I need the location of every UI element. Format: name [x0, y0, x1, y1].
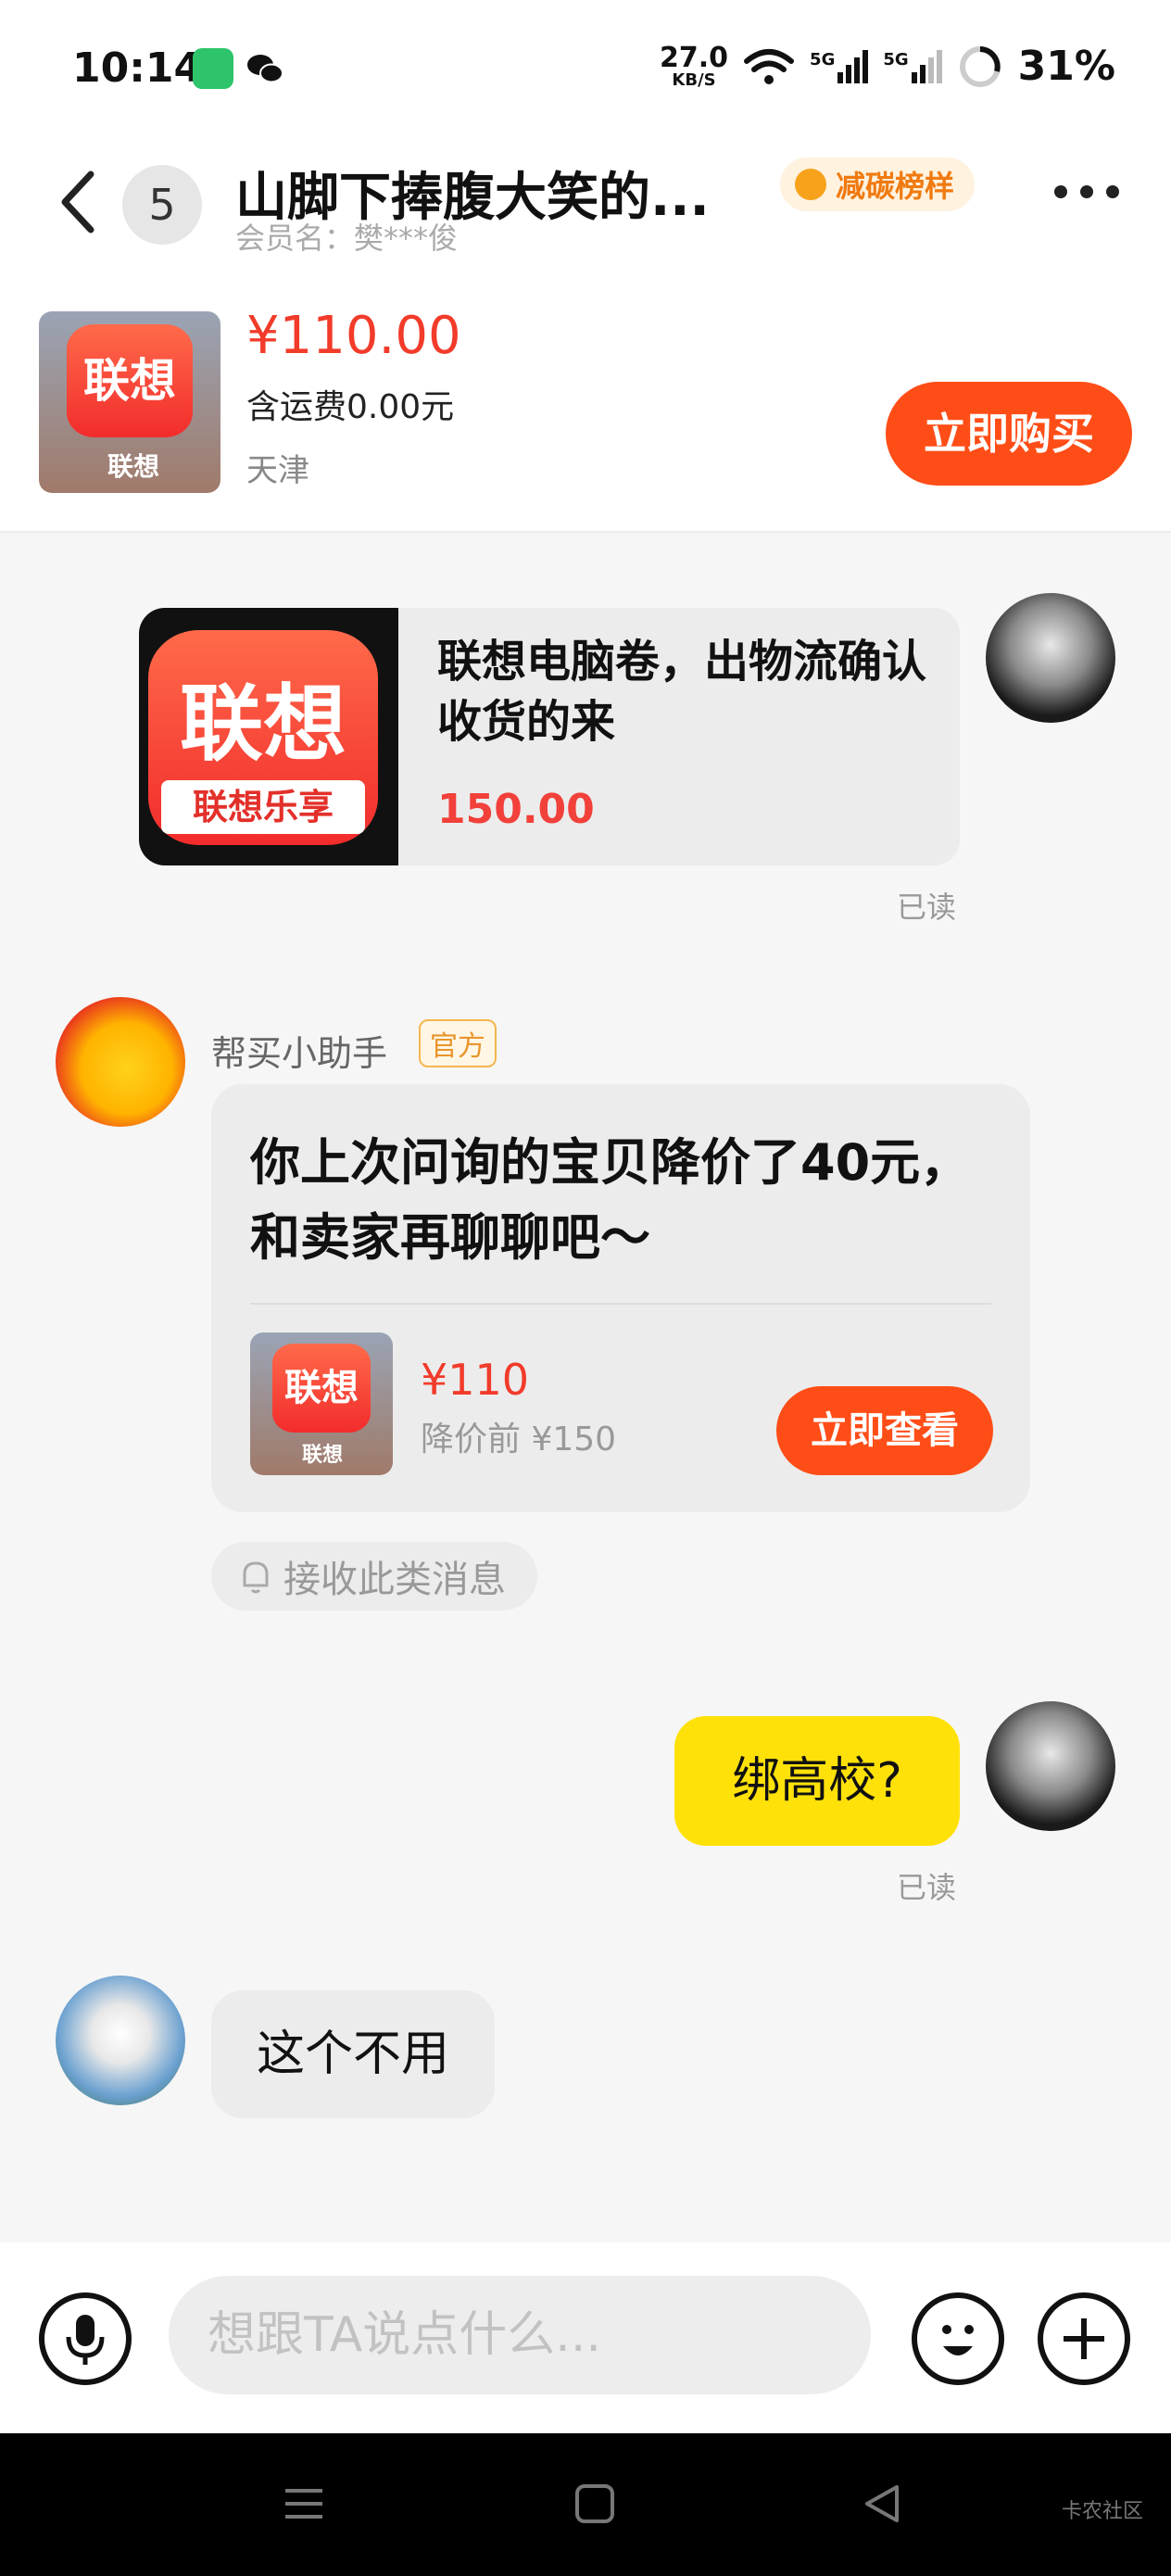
- battery-level: 31%: [1017, 43, 1115, 90]
- product-card-price: 150.00: [437, 786, 595, 833]
- status-time: 10:14: [72, 44, 203, 92]
- product-price: ¥110.00: [246, 306, 461, 366]
- system-nav-bar: 卡农社区: [0, 2433, 1171, 2576]
- price-drop-thumbnail[interactable]: 联想 联想: [250, 1332, 393, 1475]
- new-price: ¥110: [421, 1355, 530, 1405]
- emoji-icon[interactable]: [912, 2292, 1004, 2385]
- more-options-icon[interactable]: [1054, 185, 1119, 198]
- status-bar: 10:14 27.0 KB/S 5G 5G 31%: [0, 0, 1171, 139]
- lenovo-logo-caption: 联想: [107, 451, 160, 482]
- signal-5g-label-2: 5G: [883, 49, 909, 69]
- lenovo-logo-text: 联想: [83, 354, 176, 408]
- battery-ring-icon: [959, 45, 1001, 87]
- buy-now-button[interactable]: 立即购买: [886, 382, 1132, 486]
- input-bar: [0, 2242, 1171, 2433]
- app-store-icon: [193, 48, 233, 89]
- helper-avatar[interactable]: [56, 997, 185, 1127]
- menu-nav-icon[interactable]: [283, 2485, 324, 2522]
- signal-5g-label: 5G: [810, 49, 836, 69]
- back-arrow-icon[interactable]: [52, 165, 107, 239]
- price-drop-card: 你上次问询的宝贝降价了40元，和卖家再聊聊吧～ 联想 联想 ¥110 降价前 ¥…: [211, 1084, 1030, 1512]
- lenovo-logo: 联想 联想乐享: [148, 630, 378, 845]
- product-location: 天津: [246, 452, 309, 489]
- chat-header: 5 山脚下捧腹大笑的... 会员名：樊***俊 减碳榜样: [0, 139, 1171, 259]
- network-speed: 27.0 KB/S: [660, 44, 728, 89]
- product-card-image: 联想 联想乐享: [139, 608, 398, 865]
- lenovo-logo-caption: 联想乐享: [161, 780, 365, 834]
- product-card-title: 联想电脑卷，出物流确认收货的来: [437, 636, 927, 748]
- my-avatar[interactable]: [986, 1701, 1115, 1831]
- product-bar: 联想 联想 ¥110.00 含运费0.00元 天津 立即购买: [0, 259, 1171, 533]
- official-tag: 官方: [419, 1019, 497, 1067]
- card-divider: [250, 1303, 991, 1305]
- product-share-card[interactable]: 联想 联想乐享 联想电脑卷，出物流确认收货的来 150.00: [139, 608, 960, 865]
- wechat-icon: [245, 48, 285, 89]
- unread-count-badge[interactable]: 5: [122, 165, 202, 245]
- signal-5g-icon: 5G: [810, 49, 869, 83]
- microphone-icon[interactable]: [39, 2292, 132, 2385]
- view-now-button[interactable]: 立即查看: [776, 1386, 993, 1475]
- price-drop-message: 你上次问询的宝贝降价了40元，和卖家再聊聊吧～: [250, 1133, 971, 1267]
- lenovo-logo-caption: 联想: [302, 1444, 344, 1467]
- read-receipt: 已读: [897, 890, 957, 925]
- watermark: 卡农社区: [1061, 2500, 1143, 2523]
- lenovo-logo-text: 联想: [284, 1367, 359, 1409]
- seller-message-bubble[interactable]: 这个不用: [211, 1990, 495, 2118]
- lenovo-logo: 联想: [67, 324, 193, 437]
- message-input[interactable]: [169, 2276, 871, 2394]
- lenovo-logo-text: 联想: [180, 676, 346, 773]
- leaf-badge-icon: [795, 169, 826, 200]
- status-indicators: 27.0 KB/S 5G 5G 31%: [660, 43, 1115, 90]
- signal-5g-icon-2: 5G: [883, 49, 942, 83]
- subscribe-label: 接收此类消息: [283, 1559, 506, 1601]
- network-speed-unit: KB/S: [672, 69, 716, 90]
- wifi-icon: [744, 48, 795, 84]
- old-price: 降价前 ¥150: [421, 1421, 617, 1458]
- product-thumbnail[interactable]: 联想 联想: [39, 311, 220, 493]
- my-avatar[interactable]: [986, 593, 1115, 723]
- seller-avatar[interactable]: [56, 1976, 185, 2105]
- helper-name: 帮买小助手: [211, 1033, 388, 1074]
- badge-label: 减碳榜样: [836, 169, 955, 204]
- add-icon[interactable]: [1038, 2292, 1130, 2385]
- back-nav-icon[interactable]: [862, 2483, 902, 2524]
- lenovo-logo: 联想: [272, 1344, 371, 1433]
- subscribe-messages-button[interactable]: 接收此类消息: [211, 1542, 537, 1610]
- member-name: 会员名：樊***俊: [235, 221, 459, 256]
- read-receipt: 已读: [897, 1870, 957, 1905]
- bell-icon: [243, 1561, 269, 1594]
- network-speed-value: 27.0: [660, 41, 729, 74]
- carbon-reduction-badge[interactable]: 减碳榜样: [780, 158, 976, 211]
- my-message-bubble[interactable]: 绑高校?: [674, 1716, 960, 1846]
- home-nav-icon[interactable]: [574, 2483, 615, 2524]
- product-shipping: 含运费0.00元: [246, 388, 455, 426]
